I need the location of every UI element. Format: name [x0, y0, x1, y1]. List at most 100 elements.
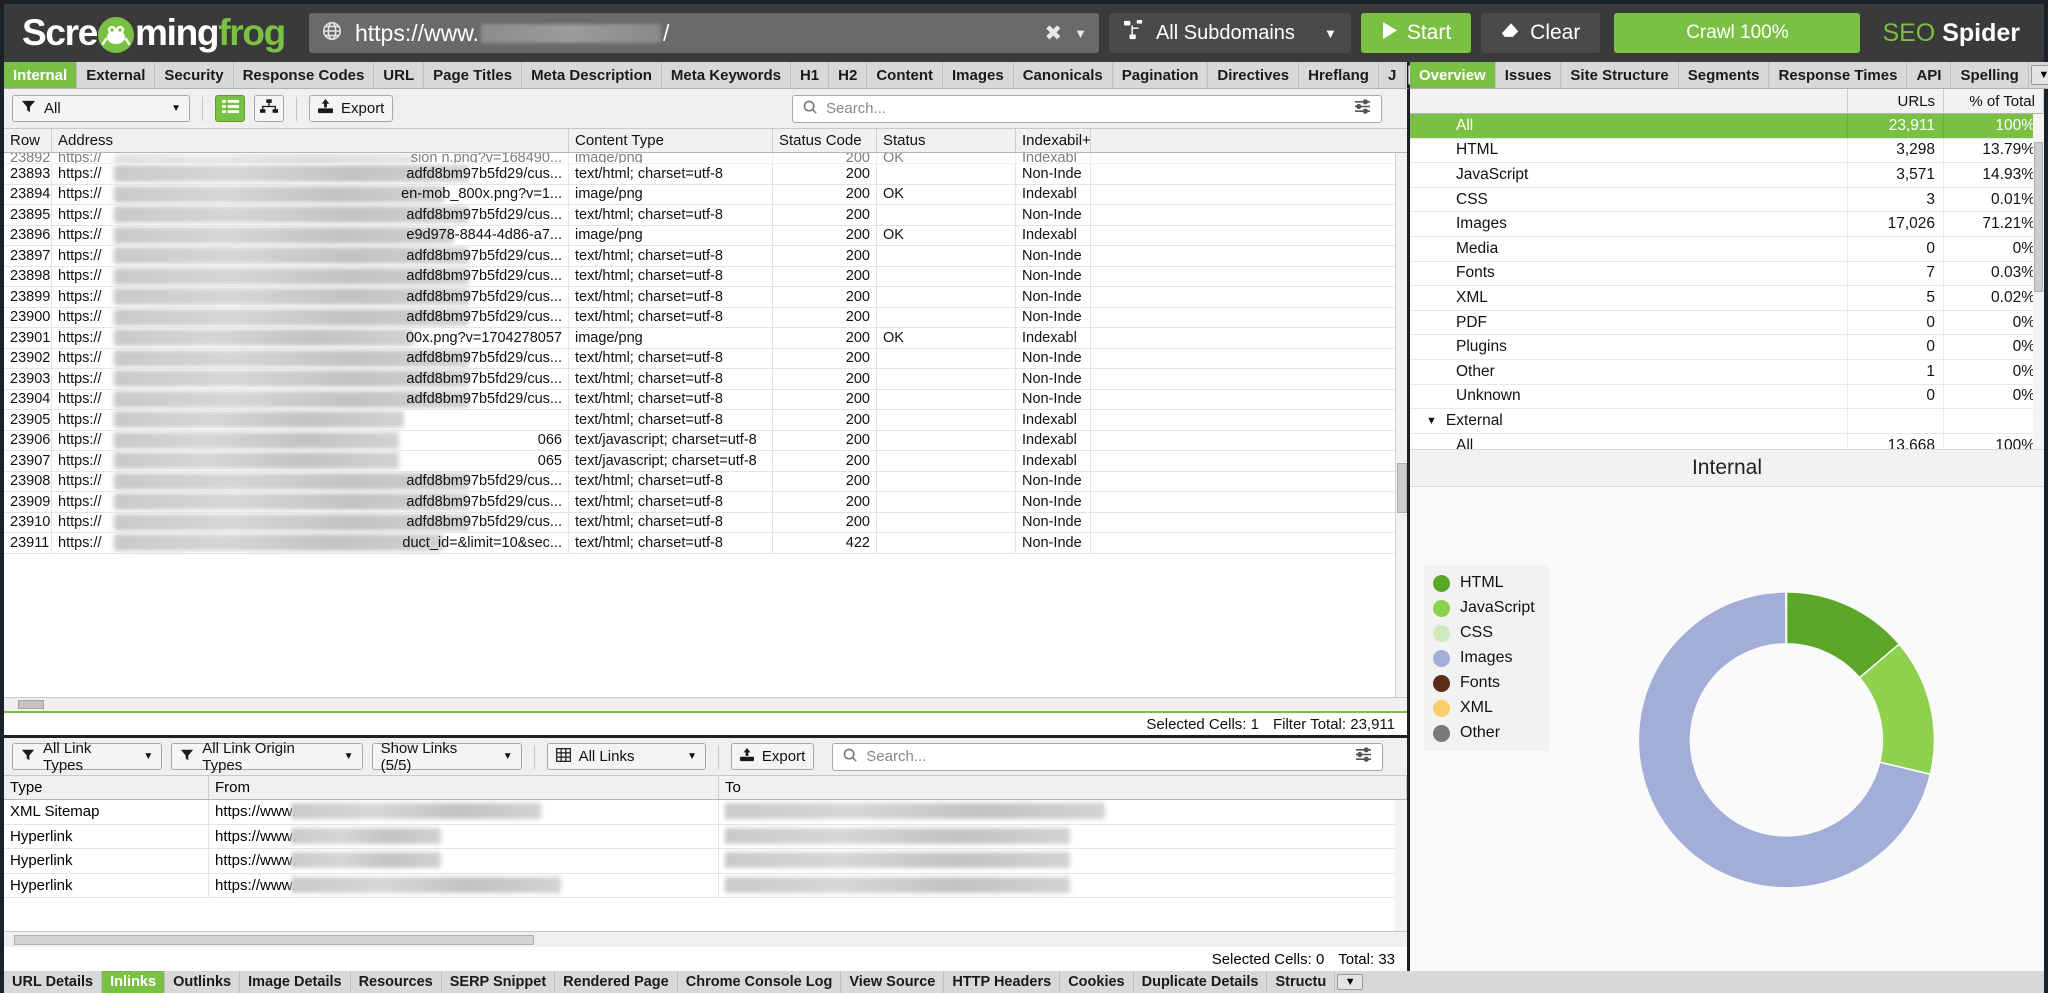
overview-row-xml[interactable]: XML 5 0.02% — [1410, 286, 2044, 311]
chevron-down-icon[interactable]: ▼ — [493, 751, 513, 762]
table-row[interactable]: 23897 https:// adfd8bm97b5fd29/cus... text/… — [4, 246, 1407, 267]
chevron-down-icon[interactable]: ▼ — [2030, 65, 2048, 85]
table-row[interactable]: 23906 https:// 066 text/javascript; charset… — [4, 430, 1407, 451]
chevron-down-icon[interactable]: ▼ — [677, 751, 697, 762]
detail-tab-view-source[interactable]: View Source — [841, 971, 945, 993]
table-row[interactable]: 23896 https:// e9d978-8844-4d86-a7... image… — [4, 225, 1407, 246]
table-row[interactable]: 23909 https:// adfd8bm97b5fd29/cus... text/… — [4, 492, 1407, 513]
table-row[interactable]: 23911 https:// duct_id=&limit=10&sec... tex… — [4, 533, 1407, 554]
chevron-down-icon[interactable]: ▼ — [1324, 26, 1337, 41]
links-column-header-to[interactable]: To — [719, 776, 1407, 799]
main-tab-images[interactable]: Images — [943, 62, 1014, 88]
column-header-indexabil[interactable]: Indexabil + — [1016, 129, 1091, 152]
links-horizontal-scrollbar[interactable] — [4, 931, 1407, 947]
overview-row-external[interactable]: ▼ External — [1410, 409, 2044, 434]
overview-row-media[interactable]: Media 0 0% — [1410, 236, 2044, 262]
table-row[interactable]: 23908 https:// adfd8bm97b5fd29/cus... text/… — [4, 471, 1407, 492]
main-tab-content[interactable]: Content — [867, 62, 943, 88]
column-header-status-code[interactable]: Status Code — [773, 129, 877, 152]
main-tab-external[interactable]: External — [77, 62, 156, 88]
chevron-down-icon[interactable]: ▼ — [334, 751, 354, 762]
table-row[interactable]: 23903 https:// adfd8bm97b5fd29/cus... text/… — [4, 369, 1407, 390]
overview-row-all[interactable]: All 23,911 100% — [1410, 114, 2044, 139]
main-tab-url[interactable]: URL — [374, 62, 425, 88]
show-links-dropdown[interactable]: Show Links (5/5) ▼ — [371, 740, 522, 774]
detail-tab-chrome-console-log[interactable]: Chrome Console Log — [678, 971, 842, 993]
links-column-header-type[interactable]: Type — [4, 776, 209, 799]
right-tab-site-structure[interactable]: Site Structure — [1561, 62, 1679, 88]
main-tab-hreflang[interactable]: Hreflang — [1299, 62, 1379, 88]
filter-dropdown[interactable]: All ▼ — [12, 95, 190, 122]
main-tab-internal[interactable]: Internal — [4, 62, 78, 88]
main-tab-directives[interactable]: Directives — [1208, 62, 1300, 88]
scrollbar-thumb[interactable] — [2034, 142, 2043, 292]
table-row[interactable]: 23902 https:// adfd8bm97b5fd29/cus... text/… — [4, 348, 1407, 369]
right-tab-overview[interactable]: Overview — [1410, 62, 1496, 88]
detail-tab-rendered-page[interactable]: Rendered Page — [555, 971, 678, 993]
table-vertical-scrollbar[interactable] — [1395, 153, 1407, 697]
subdomain-scope-dropdown[interactable]: All Subdomains ▼ — [1108, 13, 1351, 53]
overview-row-javascript[interactable]: JavaScript 3,571 14.93% — [1410, 163, 2044, 188]
overview-row-unknown[interactable]: Unknown 0 0% — [1410, 384, 2044, 410]
detail-tab-outlinks[interactable]: Outlinks — [165, 971, 241, 993]
table-row[interactable]: 23894 https:// en-mob_800x.png?v=1... image… — [4, 184, 1407, 205]
main-tab-j[interactable]: J — [1378, 62, 1407, 88]
table-row[interactable]: 23907 https:// 065 text/javascript; charset… — [4, 451, 1407, 472]
detail-tab-http-headers[interactable]: HTTP Headers — [944, 971, 1061, 993]
link-export-button[interactable]: Export — [730, 743, 815, 770]
legend-item-other[interactable]: Other — [1433, 724, 1535, 742]
overview-row-html[interactable]: HTML 3,298 13.79% — [1410, 138, 2044, 164]
table-row[interactable]: 23905 https:// text/html; charset=utf-8 200… — [4, 410, 1407, 431]
overview-scrollbar[interactable] — [2033, 114, 2044, 449]
chevron-down-icon[interactable]: ▼ — [133, 751, 153, 762]
main-tab-meta-description[interactable]: Meta Description — [522, 62, 662, 88]
links-row[interactable]: XML Sitemap https://www. — [4, 800, 1407, 825]
clear-button[interactable]: Clear — [1481, 13, 1601, 53]
url-input[interactable]: https://www. / — [355, 20, 1033, 47]
column-header-status[interactable]: Status — [877, 129, 1016, 152]
main-tab-h1[interactable]: H1 — [790, 62, 830, 88]
scrollbar-thumb[interactable] — [1397, 463, 1407, 513]
main-tab-response-codes[interactable]: Response Codes — [233, 62, 375, 88]
table-row[interactable]: 23893 https:// adfd8bm97b5fd29/cus... text/… — [4, 164, 1407, 185]
column-header-row[interactable]: Row — [4, 129, 52, 152]
tree-view-toggle[interactable] — [254, 95, 284, 122]
table-row[interactable]: 23900 https:// adfd8bm97b5fd29/cus... text/… — [4, 307, 1407, 328]
detail-tab-duplicate-details[interactable]: Duplicate Details — [1134, 971, 1268, 993]
chevron-down-icon[interactable]: ▼ — [1074, 26, 1087, 41]
column-header-address[interactable]: Address — [52, 129, 569, 152]
overview-row-all[interactable]: All 13,668 100% — [1410, 433, 2044, 449]
table-row[interactable]: 23898 https:// adfd8bm97b5fd29/cus... text/… — [4, 266, 1407, 287]
sliders-icon[interactable] — [1354, 99, 1371, 118]
main-tab-page-titles[interactable]: Page Titles — [424, 62, 523, 88]
detail-tab-structu[interactable]: Structu — [1267, 971, 1336, 993]
table-row[interactable]: 23904 https:// adfd8bm97b5fd29/cus... text/… — [4, 389, 1407, 410]
start-button[interactable]: Start — [1360, 13, 1472, 53]
export-button[interactable]: Export — [309, 95, 394, 122]
table-row[interactable]: 23910 https:// adfd8bm97b5fd29/cus... text/… — [4, 512, 1407, 533]
table-horizontal-scrollbar[interactable] — [4, 697, 1407, 711]
main-tab-security[interactable]: Security — [155, 62, 234, 88]
table-row[interactable]: 23895 https:// adfd8bm97b5fd29/cus... text/… — [4, 205, 1407, 226]
right-tab-issues[interactable]: Issues — [1495, 62, 1562, 88]
chevron-down-icon[interactable]: ▼ — [161, 103, 181, 114]
links-row[interactable]: Hyperlink https://www. — [4, 849, 1407, 874]
search-input[interactable]: Search... — [792, 94, 1382, 123]
legend-item-css[interactable]: CSS — [1433, 624, 1535, 642]
right-tab-response-times[interactable]: Response Times — [1769, 62, 1908, 88]
table-row[interactable]: 23899 https:// adfd8bm97b5fd29/cus... text/… — [4, 287, 1407, 308]
all-links-dropdown[interactable]: All Links ▼ — [546, 743, 706, 770]
detail-tab-resources[interactable]: Resources — [351, 971, 442, 993]
sliders-icon[interactable] — [1355, 747, 1372, 766]
legend-item-javascript[interactable]: JavaScript — [1433, 599, 1535, 617]
detail-tab-cookies[interactable]: Cookies — [1060, 971, 1134, 993]
link-types-dropdown[interactable]: All Link Types ▼ — [12, 740, 163, 774]
detail-tab-url-details[interactable]: URL Details — [4, 971, 103, 993]
chevron-down-icon[interactable]: ▼ — [1337, 974, 1364, 990]
list-view-toggle[interactable] — [215, 95, 245, 122]
sort-indicator-icon[interactable]: + — [1082, 132, 1090, 149]
right-tab-segments[interactable]: Segments — [1678, 62, 1770, 88]
link-origin-types-dropdown[interactable]: All Link Origin Types ▼ — [171, 740, 363, 774]
overview-row-pdf[interactable]: PDF 0 0% — [1410, 310, 2044, 336]
detail-tab-inlinks[interactable]: Inlinks — [102, 971, 166, 993]
